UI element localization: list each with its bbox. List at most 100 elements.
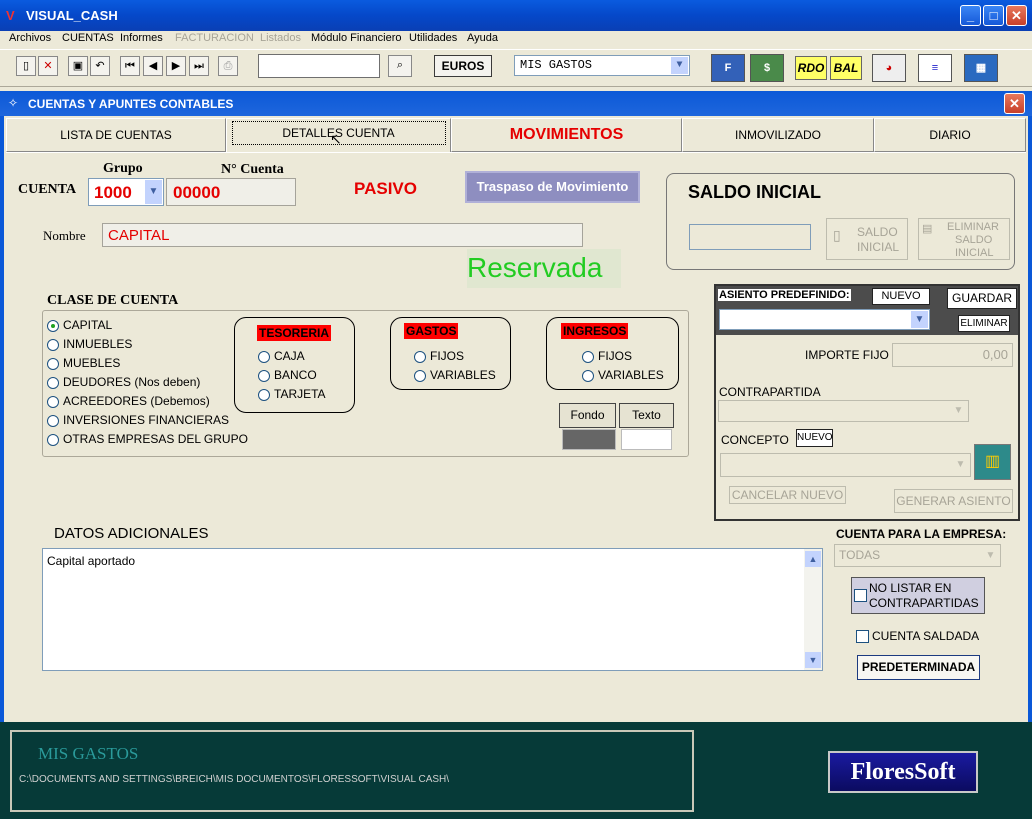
radio-gastos-variables[interactable]: VARIABLES (414, 368, 496, 382)
radio-inversiones[interactable]: INVERSIONES FINANCIERAS (47, 413, 229, 427)
datos-adicionales-textarea[interactable]: Capital aportado ▲ ▼ (42, 548, 823, 671)
radio-tarjeta[interactable]: TARJETA (258, 387, 326, 401)
rdo-button[interactable]: RDO (795, 56, 827, 80)
asiento-nuevo-button[interactable]: NUEVO (872, 288, 930, 305)
generar-asiento-button[interactable]: GENERAR ASIENTO (894, 489, 1013, 513)
scrollbar[interactable]: ▲ ▼ (804, 549, 822, 670)
binoculars-icon[interactable]: ⌕ (388, 55, 412, 77)
maximize-button[interactable]: □ (983, 5, 1004, 26)
scroll-down-icon[interactable]: ▼ (805, 652, 821, 668)
last-record-icon[interactable]: ⏭ (189, 56, 209, 76)
first-record-icon[interactable]: ⏮ (120, 56, 140, 76)
money-icon[interactable]: $ (750, 54, 784, 82)
radio-button[interactable] (47, 338, 59, 351)
empresa-select[interactable]: TODAS ▼ (834, 544, 1001, 567)
scroll-up-icon[interactable]: ▲ (805, 551, 821, 567)
contrapartida-select[interactable]: ▼ (718, 400, 969, 422)
chevron-down-icon[interactable]: ▼ (950, 402, 967, 420)
books-icon[interactable]: ▥ (974, 444, 1011, 480)
menu-modulo-financiero[interactable]: Módulo Financiero (311, 32, 402, 44)
radio-button[interactable] (47, 433, 59, 446)
inner-close-button[interactable]: ✕ (1004, 93, 1025, 114)
radio-button[interactable] (414, 350, 426, 363)
chevron-down-icon[interactable]: ▼ (911, 311, 928, 328)
grupo-select[interactable]: 1000 ▼ (88, 178, 164, 206)
menu-cuentas[interactable]: CUENTAS (62, 32, 114, 44)
tab-inmovilizado[interactable]: INMOVILIZADO (682, 118, 874, 152)
chevron-down-icon[interactable]: ▼ (982, 547, 999, 564)
concepto-select[interactable]: ▼ (720, 453, 971, 477)
search-input[interactable] (258, 54, 380, 78)
guardar-button[interactable]: GUARDAR (947, 288, 1017, 309)
radio-button[interactable] (47, 319, 59, 332)
radio-button[interactable] (582, 369, 594, 382)
texto-button[interactable]: Texto (619, 403, 674, 428)
next-record-icon[interactable]: ▶ (166, 56, 186, 76)
tab-lista-de-cuentas[interactable]: LISTA DE CUENTAS (6, 118, 226, 152)
company-select[interactable]: MIS GASTOS ▼ (514, 55, 690, 76)
checkbox-icon[interactable] (854, 589, 867, 602)
checkbox-icon[interactable] (856, 630, 869, 644)
chevron-down-icon[interactable]: ▼ (952, 456, 969, 474)
radio-otras-empresas[interactable]: OTRAS EMPRESAS DEL GRUPO (47, 432, 248, 446)
chevron-down-icon[interactable]: ▼ (671, 57, 688, 74)
delete-document-icon[interactable]: ✕ (38, 56, 58, 76)
radio-button[interactable] (414, 369, 426, 382)
numero-cuenta-field[interactable]: 00000 (166, 178, 296, 206)
new-document-icon[interactable]: ▯ (16, 56, 36, 76)
close-button[interactable]: ✕ (1006, 5, 1027, 26)
tab-movimientos[interactable]: MOVIMIENTOS (451, 118, 682, 152)
notebook-icon[interactable]: ≡ (918, 54, 952, 82)
fondo-button[interactable]: Fondo (559, 403, 616, 428)
saldo-inicial-input[interactable] (689, 224, 811, 250)
radio-gastos-fijos[interactable]: FIJOS (414, 349, 464, 363)
radio-button[interactable] (582, 350, 594, 363)
radio-button[interactable] (47, 376, 59, 389)
chevron-down-icon[interactable]: ▼ (145, 180, 162, 204)
bal-button[interactable]: BAL (830, 56, 862, 80)
previous-record-icon[interactable]: ◀ (143, 56, 163, 76)
radio-inmuebles[interactable]: INMUEBLES (47, 337, 132, 351)
nombre-field[interactable]: CAPITAL (102, 223, 583, 247)
asiento-select[interactable]: ▼ (719, 309, 930, 330)
menu-ayuda[interactable]: Ayuda (467, 32, 498, 44)
radio-button[interactable] (258, 388, 270, 401)
euros-button[interactable]: EUROS (434, 55, 492, 77)
print-icon[interactable]: ⎙ (218, 56, 238, 76)
f-report-icon[interactable]: F (711, 54, 745, 82)
eliminar-saldo-button[interactable]: ▤ ELIMINAR SALDO INICIAL (918, 218, 1010, 260)
radio-capital[interactable]: CAPITAL (47, 318, 112, 332)
radio-caja[interactable]: CAJA (258, 349, 305, 363)
radio-button[interactable] (47, 357, 59, 370)
radio-muebles[interactable]: MUEBLES (47, 356, 120, 370)
save-icon[interactable]: ▣ (68, 56, 88, 76)
traspaso-movimiento-button[interactable]: Traspaso de Movimiento (465, 171, 640, 203)
radio-ingresos-fijos[interactable]: FIJOS (582, 349, 632, 363)
no-listar-checkbox[interactable]: NO LISTAR EN CONTRAPARTIDAS (851, 577, 985, 614)
radio-banco[interactable]: BANCO (258, 368, 317, 382)
tab-diario[interactable]: DIARIO (874, 118, 1026, 152)
saldo-inicial-button[interactable]: ▯ SALDO INICIAL (826, 218, 908, 260)
eliminar-asiento-button[interactable]: ELIMINAR (958, 315, 1010, 332)
cuenta-saldada-checkbox[interactable]: CUENTA SALDADA (856, 629, 979, 644)
menu-facturacion[interactable]: FACTURACION (175, 32, 254, 44)
radio-button[interactable] (258, 350, 270, 363)
pie-chart-icon[interactable]: ◕ (872, 54, 906, 82)
radio-button[interactable] (47, 414, 59, 427)
radio-deudores[interactable]: DEUDORES (Nos deben) (47, 375, 200, 389)
radio-ingresos-variables[interactable]: VARIABLES (582, 368, 664, 382)
menu-archivos[interactable]: Archivos (9, 32, 51, 44)
cancelar-nuevo-button[interactable]: CANCELAR NUEVO (729, 486, 846, 504)
menu-informes[interactable]: Informes (120, 32, 163, 44)
importe-fijo-field[interactable]: 0,00 (892, 343, 1013, 367)
menu-listados[interactable]: Listados (260, 32, 301, 44)
radio-acreedores[interactable]: ACREEDORES (Debemos) (47, 394, 210, 408)
calculator-icon[interactable]: ▦ (964, 54, 998, 82)
menu-utilidades[interactable]: Utilidades (409, 32, 457, 44)
radio-button[interactable] (47, 395, 59, 408)
predeterminada-button[interactable]: PREDETERMINADA (857, 655, 980, 680)
minimize-button[interactable]: _ (960, 5, 981, 26)
undo-icon[interactable]: ↶ (90, 56, 110, 76)
concepto-nuevo-button[interactable]: NUEVO (796, 429, 833, 447)
radio-button[interactable] (258, 369, 270, 382)
